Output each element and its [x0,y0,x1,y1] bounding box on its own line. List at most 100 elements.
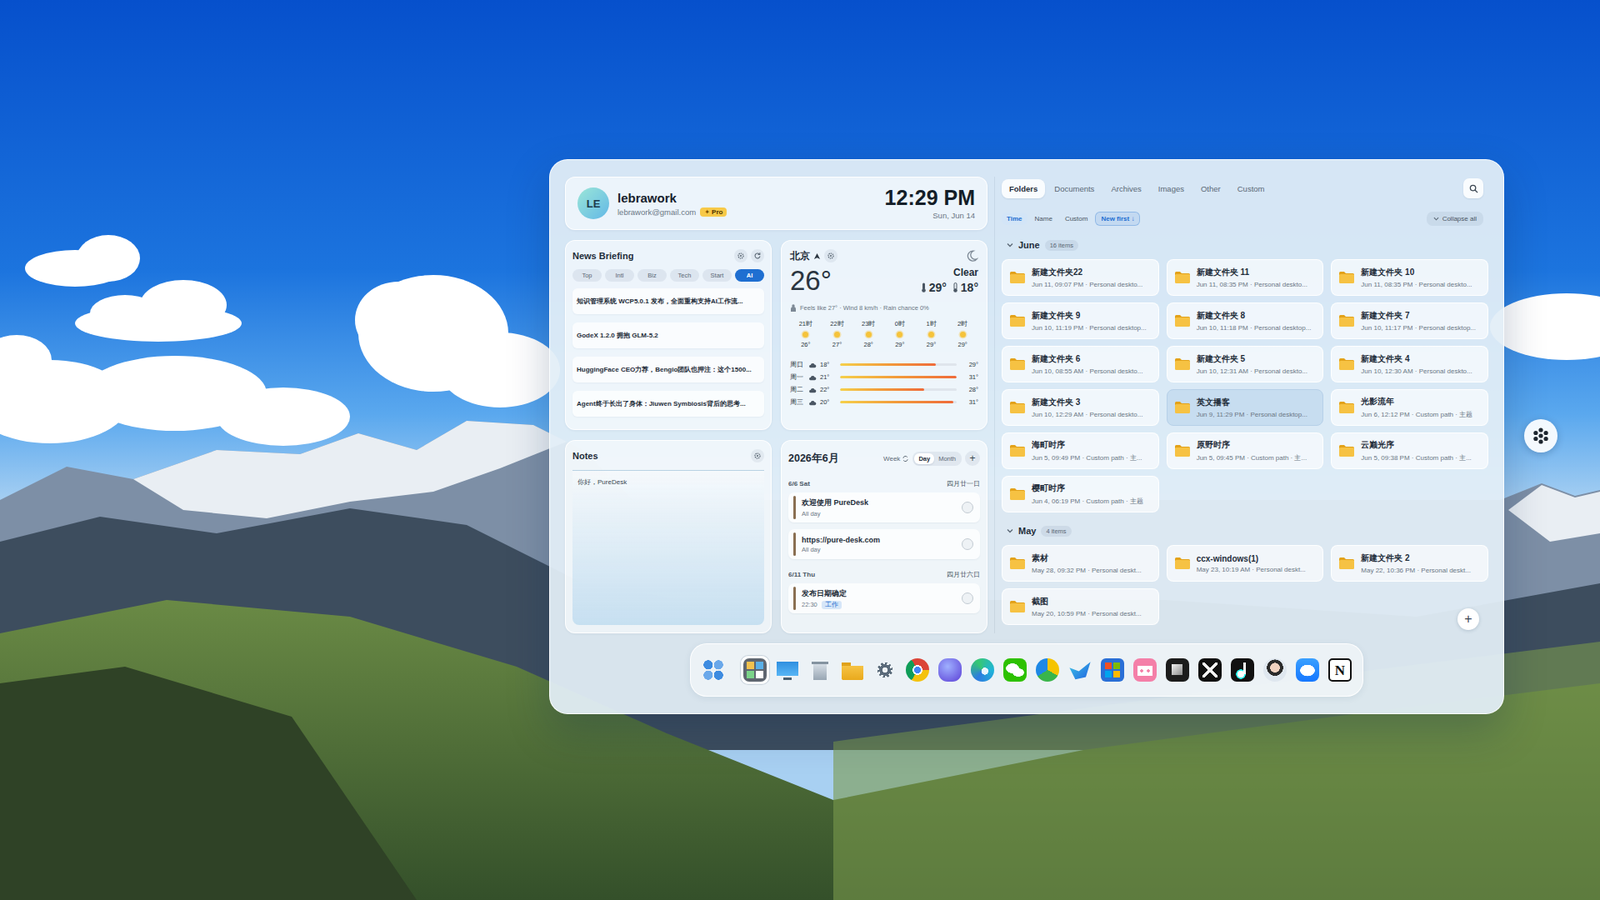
high-temperature: 29° [929,280,947,295]
group-header[interactable]: May 4 items [1001,523,1489,539]
news-item[interactable]: Agent终于长出了身体：Jiuwen Symbiosis背后的思考... [572,390,765,417]
folder-card[interactable]: 新建文件夹 3 Jun 10, 12:29 AM · Personal desk… [1001,389,1160,426]
dock-item[interactable] [903,655,932,685]
folder-card[interactable]: 新建文件夹 2 May 22, 10:36 PM · Personal desk… [1330,545,1489,582]
folder-card[interactable]: 新建文件夹 8 Jun 10, 11:18 PM · Personal desk… [1166,302,1325,340]
bilibili-icon [1133,658,1157,682]
dock-item[interactable] [1260,655,1290,685]
category-tab[interactable]: Other [1193,179,1229,199]
dock-item[interactable] [968,655,997,685]
folder-card[interactable]: 新建文件夹22 Jun 11, 09:07 PM · Personal desk… [1001,259,1160,296]
event-checkbox[interactable] [961,538,974,550]
temperature-range-bar [840,375,957,379]
calendar-event[interactable]: 欢迎使用 PureDesk All day [788,492,980,523]
dock-item[interactable] [870,655,900,685]
user-name: lebrawork [617,190,877,205]
folder-card[interactable]: ccx-windows(1) May 23, 10:19 AM · Person… [1166,545,1325,582]
dock-item[interactable] [699,655,728,685]
dock-item[interactable] [805,655,835,685]
event-checkbox[interactable] [961,592,974,605]
news-settings-button[interactable] [734,249,748,263]
gear-icon [753,451,762,460]
news-refresh-button[interactable] [750,249,765,263]
search-button[interactable] [1463,178,1484,199]
folder-card[interactable]: 新建文件夹 10 Jun 11, 08:35 PM · Personal des… [1330,259,1489,296]
chevron-down-icon [1433,216,1440,221]
dock-item[interactable] [740,655,770,685]
event-checkbox[interactable] [961,501,974,514]
folder-card[interactable]: 新建文件夹 7 Jun 10, 11:17 PM · Personal desk… [1330,302,1489,340]
week-toggle[interactable]: Week [883,455,910,463]
dock-item[interactable] [935,655,965,685]
add-folder-button[interactable]: + [1457,608,1480,630]
news-item[interactable]: GodeX 1.2.0 拥抱 GLM-5.2 [572,322,765,349]
folder-card[interactable]: 新建文件夹 4 Jun 10, 12:30 AM · Personal desk… [1330,345,1489,383]
day-header: 6/11 Thu 四月廿六日 [788,569,980,580]
news-tab[interactable]: Tech [670,269,700,282]
avatar[interactable]: LE [577,187,610,220]
capcut-icon [1198,658,1222,682]
news-tab[interactable]: Biz [637,269,667,282]
category-tab[interactable]: Images [1150,179,1192,199]
dock-item[interactable] [1098,655,1127,685]
category-tab[interactable]: Archives [1103,179,1149,199]
news-item[interactable]: 知识管理系统 WCP5.0.1 发布，全面重构支持AI工作流... [572,288,765,315]
thermometer-low-icon [952,282,959,293]
news-tab[interactable]: Top [572,269,602,282]
sort-option[interactable]: Time [1001,212,1028,225]
news-tab[interactable]: Intl [605,269,635,282]
folder-card[interactable]: 新建文件夹 11 Jun 11, 08:35 PM · Personal des… [1166,259,1325,296]
dock-item[interactable] [1065,655,1095,685]
folder-card[interactable]: 海町时序 Jun 5, 09:49 PM · Custom path · 主..… [1001,432,1160,470]
dock-item[interactable] [1293,655,1322,685]
weather-settings-button[interactable] [824,249,838,263]
floating-launcher-button[interactable] [1524,419,1558,453]
folder-card[interactable]: 原野时序 Jun 5, 09:45 PM · Custom path · 主..… [1166,432,1325,470]
order-toggle[interactable]: New first ↓ [1095,211,1140,226]
folder-card[interactable]: 新建文件夹 9 Jun 10, 11:19 PM · Personal desk… [1001,302,1160,340]
dock-item[interactable] [1130,655,1160,685]
sort-option[interactable]: Name [1030,212,1058,225]
group-header[interactable]: June 16 items [1001,237,1489,253]
add-event-button[interactable]: + [965,450,980,466]
temperature-range-bar [840,363,957,366]
folder-card[interactable]: 英文播客 Jun 9, 11:29 PM · Personal desktop.… [1166,389,1325,426]
calendar-event[interactable]: 发布日期确定 22:30 工作 [788,583,980,614]
folder-card[interactable]: 光影流年 Jun 6, 12:12 PM · Custom path · 主题 [1330,389,1489,426]
folder-card[interactable]: 新建文件夹 6 Jun 10, 08:55 AM · Personal desk… [1001,345,1160,383]
category-tab[interactable]: Documents [1046,179,1102,199]
news-tab[interactable]: AI [735,269,765,282]
day-forecast: 周日 18° 29° [790,358,979,371]
news-item[interactable]: HuggingFace CEO力荐，Bengio团队也押注：这个1500... [572,356,765,383]
sort-option[interactable]: Custom [1060,212,1094,225]
person-icon [790,304,797,312]
dock-item[interactable] [838,655,867,685]
dock-item[interactable] [1228,655,1257,685]
dock-item[interactable] [1195,655,1225,685]
switch-icon [901,455,910,463]
category-tab[interactable]: Custom [1230,179,1273,199]
view-option[interactable]: Month [934,453,960,465]
dock-item[interactable]: N [1325,655,1355,685]
folder-card[interactable]: 素材 May 28, 09:32 PM · Personal deskt... [1001,545,1160,582]
dock-item[interactable] [773,655,802,685]
collapse-all-button[interactable]: Collapse all [1426,211,1484,226]
flower-icon [1530,425,1551,446]
note-editor[interactable]: 你好，PureDesk [572,470,765,625]
low-temperature: 18° [960,280,979,295]
dock-item[interactable] [1163,655,1192,685]
calendar-event[interactable]: https://pure-desk.com All day [788,529,980,560]
view-option[interactable]: Day [914,453,935,465]
category-tab[interactable]: Folders [1001,179,1045,199]
folder-card[interactable]: 截图 May 20, 10:59 PM · Personal deskt... [1001,588,1160,625]
temperature-range-bar [840,400,957,404]
folder-card[interactable]: 樱町时序 Jun 4, 06:19 PM · Custom path · 主题 [1001,475,1160,513]
notes-settings-button[interactable] [750,449,765,463]
weather-details: Feels like 27° · Wind 8 km/h · Rain chan… [800,304,930,312]
folder-icon [1174,270,1191,285]
dock-item[interactable] [1000,655,1030,685]
news-tab[interactable]: Start [702,269,732,282]
dock-item[interactable] [1033,655,1062,685]
folder-card[interactable]: 新建文件夹 5 Jun 10, 12:31 AM · Personal desk… [1166,345,1325,383]
folder-card[interactable]: 云巅光序 Jun 5, 09:38 PM · Custom path · 主..… [1330,432,1489,470]
